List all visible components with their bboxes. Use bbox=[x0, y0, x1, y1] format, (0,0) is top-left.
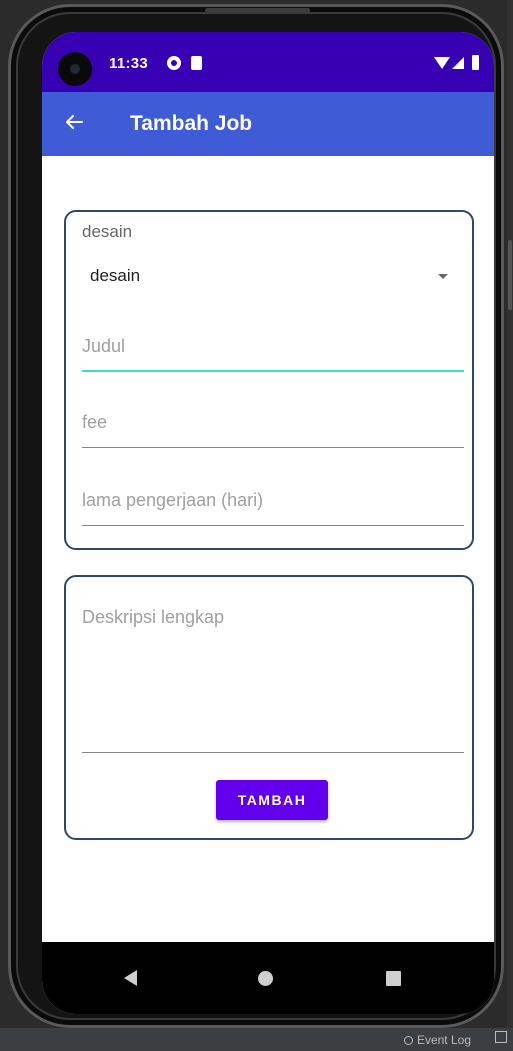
fee-input[interactable] bbox=[82, 412, 464, 433]
battery-icon bbox=[472, 55, 479, 70]
device-frame: 11:33 Tambah Job desain desain Judul fee… bbox=[8, 4, 504, 1028]
category-selected-value: desain bbox=[90, 266, 141, 285]
category-label: desain bbox=[82, 222, 133, 241]
ide-scrollbar[interactable] bbox=[507, 0, 513, 1028]
deskripsi-field bbox=[82, 597, 464, 753]
description-card: TAMBAH bbox=[64, 575, 474, 840]
status-bar: 11:33 bbox=[42, 32, 494, 92]
tambah-button[interactable]: TAMBAH bbox=[216, 780, 328, 820]
status-time: 11:33 bbox=[109, 55, 149, 72]
speaker-grille bbox=[205, 8, 310, 13]
event-log-button[interactable]: Event Log bbox=[403, 1033, 471, 1047]
window-icon[interactable] bbox=[495, 1031, 507, 1043]
arrow-left-icon[interactable] bbox=[62, 110, 86, 134]
event-log-icon bbox=[403, 1035, 413, 1045]
nav-back-icon[interactable] bbox=[124, 970, 137, 986]
page-title: Tambah Job bbox=[130, 112, 253, 135]
ide-status-bar: Event Log bbox=[0, 1028, 513, 1051]
event-log-label: Event Log bbox=[416, 1033, 471, 1047]
camera-cutout bbox=[58, 52, 92, 86]
judul-field bbox=[82, 336, 464, 372]
job-details-card: desain desain bbox=[64, 210, 474, 550]
notification-icon bbox=[167, 56, 181, 70]
system-nav-bar bbox=[42, 942, 494, 1014]
sd-card-icon bbox=[191, 56, 202, 70]
app-bar: Tambah Job bbox=[42, 92, 494, 156]
nav-recents-icon[interactable] bbox=[386, 971, 401, 986]
dropdown-arrow-icon bbox=[438, 274, 448, 279]
signal-icon bbox=[452, 57, 464, 69]
judul-input[interactable] bbox=[82, 336, 464, 357]
wifi-icon bbox=[434, 57, 450, 69]
nav-home-icon[interactable] bbox=[258, 971, 273, 986]
category-dropdown[interactable]: desain bbox=[82, 264, 452, 294]
app-screen: 11:33 Tambah Job desain desain Judul fee… bbox=[42, 32, 494, 1014]
deskripsi-input[interactable] bbox=[82, 607, 464, 747]
fee-field bbox=[82, 412, 464, 448]
lama-pengerjaan-input[interactable] bbox=[82, 490, 464, 511]
lama-pengerjaan-field bbox=[82, 490, 464, 526]
ide-scrollbar-thumb[interactable] bbox=[508, 240, 512, 310]
